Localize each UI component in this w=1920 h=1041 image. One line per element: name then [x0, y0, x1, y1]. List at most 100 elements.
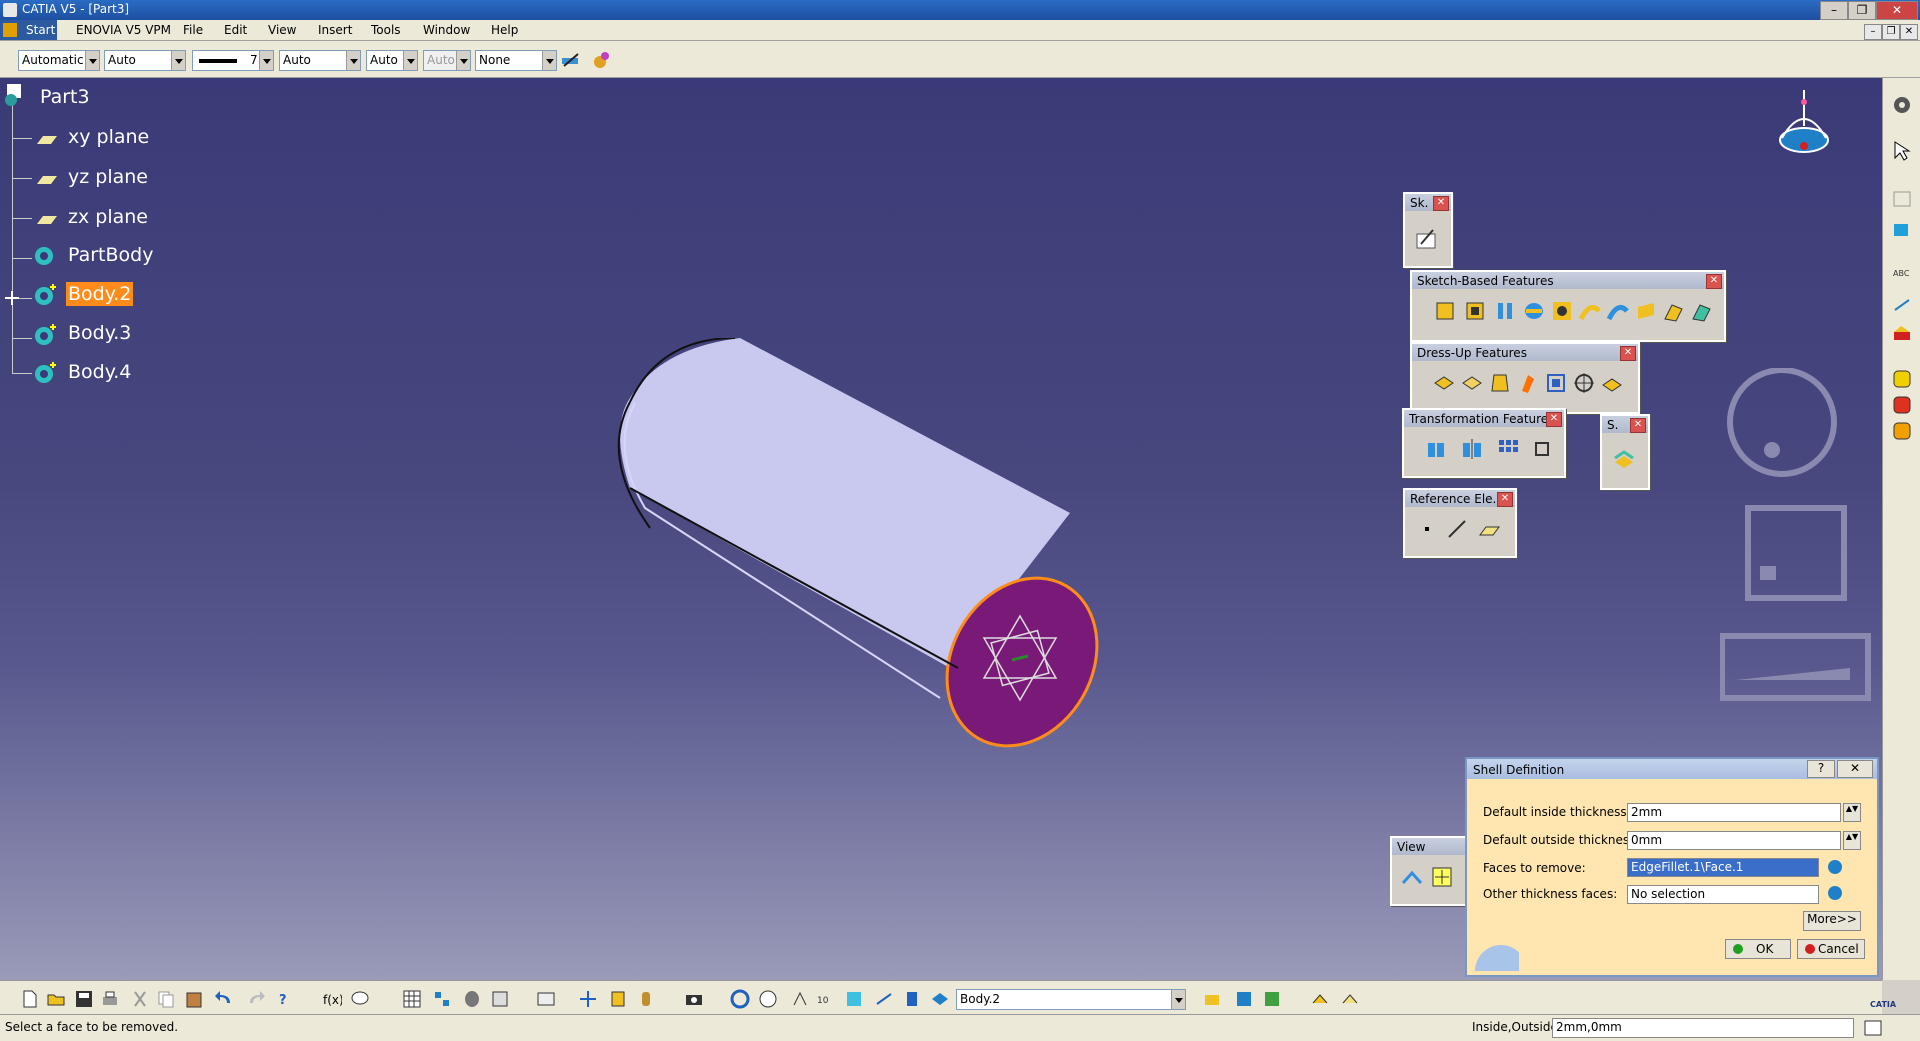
close-icon[interactable]: ✕: [1630, 418, 1646, 433]
graphic-properties-icon[interactable]: [590, 50, 612, 70]
mdi-close-button[interactable]: ✕: [1900, 24, 1918, 40]
stop-command-icon[interactable]: [1864, 1020, 1882, 1036]
chamfer-icon[interactable]: [1460, 371, 1484, 395]
layer-combo[interactable]: None: [475, 50, 557, 71]
capture-icon[interactable]: [684, 989, 704, 1009]
rectangular-pattern-icon[interactable]: [1496, 437, 1520, 461]
menu-view[interactable]: View: [268, 23, 296, 37]
tree-item-xy-plane[interactable]: xy plane: [68, 126, 149, 148]
tree-item-zx-plane[interactable]: zx plane: [68, 206, 148, 228]
edge-fillet-icon[interactable]: [1432, 371, 1456, 395]
menu-insert[interactable]: Insert: [318, 23, 352, 37]
expand-plus-icon[interactable]: [4, 290, 20, 306]
minimize-button[interactable]: –: [1820, 1, 1848, 20]
close-icon[interactable]: ✕: [1620, 346, 1636, 361]
constraint-icon[interactable]: [1891, 294, 1913, 316]
tree-item-body-4[interactable]: Body.4: [68, 361, 131, 383]
undo-icon[interactable]: [214, 989, 234, 1009]
help-button[interactable]: ?: [1807, 760, 1835, 778]
print-icon[interactable]: [100, 989, 120, 1009]
start-menu[interactable]: Start: [0, 20, 57, 40]
draft-icon[interactable]: [1488, 371, 1512, 395]
swap-space-icon[interactable]: [490, 989, 510, 1009]
normal-view-icon[interactable]: [790, 989, 810, 1009]
render-style-icon[interactable]: [902, 989, 922, 1009]
other-thickness-faces-field[interactable]: No selection: [1627, 885, 1819, 904]
point-icon[interactable]: [1415, 517, 1439, 541]
examine-icon[interactable]: [758, 989, 778, 1009]
copy-icon[interactable]: [156, 989, 176, 1009]
mdi-minimize-button[interactable]: –: [1864, 24, 1882, 40]
translation-icon[interactable]: [1424, 437, 1448, 461]
fly-mode-icon[interactable]: [1400, 865, 1424, 889]
transparency-combo[interactable]: Auto: [104, 50, 186, 71]
comment-icon[interactable]: [350, 989, 370, 1009]
menu-tools[interactable]: Tools: [371, 23, 401, 37]
point-type-combo[interactable]: Auto: [366, 50, 418, 71]
work-object-icon[interactable]: [930, 989, 950, 1009]
new-icon[interactable]: [20, 989, 40, 1009]
hide-show-icon[interactable]: [462, 989, 482, 1009]
macros-icon[interactable]: [1234, 989, 1254, 1009]
formula-icon[interactable]: f(x): [322, 989, 342, 1009]
line-icon[interactable]: [1445, 517, 1469, 541]
rotate-icon[interactable]: [608, 989, 628, 1009]
pad-icon[interactable]: [1434, 299, 1458, 323]
tree-item-body-3[interactable]: Body.3: [68, 322, 131, 344]
menu-window[interactable]: Window: [423, 23, 470, 37]
zoom-in-icon[interactable]: [636, 989, 656, 1009]
slot-icon[interactable]: [1606, 299, 1630, 323]
scaling-icon[interactable]: [1530, 437, 1554, 461]
knowledge-icon[interactable]: [1262, 989, 1282, 1009]
redo-icon[interactable]: [246, 989, 266, 1009]
table-icon[interactable]: [402, 989, 422, 1009]
compass-icon[interactable]: [1776, 88, 1836, 168]
shell-icon[interactable]: [1516, 371, 1540, 395]
remove-face-icon[interactable]: [1600, 371, 1624, 395]
removed-multi-section-icon[interactable]: [1690, 299, 1714, 323]
tree-item-partbody[interactable]: PartBody: [68, 244, 153, 266]
view-mode-icon[interactable]: [874, 989, 894, 1009]
close-icon[interactable]: ✕: [1433, 196, 1449, 211]
shaft-icon[interactable]: [1494, 299, 1518, 323]
sketch-icon[interactable]: [1415, 226, 1439, 250]
gear-icon[interactable]: [1891, 94, 1913, 116]
line-weight-combo[interactable]: 7: [192, 50, 274, 71]
outside-thickness-field[interactable]: 0mm: [1627, 831, 1841, 850]
groove-icon[interactable]: [1522, 299, 1546, 323]
plane-icon[interactable]: [1477, 517, 1501, 541]
cancel-button[interactable]: Cancel: [1797, 939, 1865, 959]
dialog-close-button[interactable]: ✕: [1837, 760, 1873, 778]
close-icon[interactable]: ✕: [1497, 492, 1513, 507]
power-input-field[interactable]: 2mm,0mm: [1552, 1018, 1854, 1038]
whats-this-icon[interactable]: ?: [276, 989, 296, 1009]
union-trim-icon[interactable]: [1891, 420, 1913, 442]
analysis-icon[interactable]: [1891, 322, 1913, 344]
more-button[interactable]: More>>: [1803, 911, 1861, 931]
edit-list-icon[interactable]: [1825, 857, 1845, 877]
outside-spinner[interactable]: ▲▼: [1843, 831, 1861, 850]
inside-thickness-field[interactable]: 2mm: [1627, 803, 1841, 822]
save-icon[interactable]: [74, 989, 94, 1009]
multi-section-solid-icon[interactable]: [1662, 299, 1686, 323]
annotation-icon[interactable]: ABC: [1891, 264, 1913, 286]
paste-icon[interactable]: [184, 989, 204, 1009]
tree-item-yz-plane[interactable]: yz plane: [68, 166, 148, 188]
tree-root-part3[interactable]: Part3: [40, 86, 90, 108]
sketch-analysis-icon[interactable]: [1310, 989, 1330, 1009]
stiffener-icon[interactable]: [1634, 299, 1658, 323]
close-icon[interactable]: ✕: [1706, 274, 1722, 289]
menu-enovia[interactable]: ENOVIA V5 VPM: [76, 23, 171, 37]
cylinder-model[interactable]: [600, 338, 1120, 818]
rib-icon[interactable]: [1578, 299, 1602, 323]
pocket-icon[interactable]: [1464, 299, 1488, 323]
pan-icon[interactable]: [578, 989, 598, 1009]
faces-to-remove-field[interactable]: EdgeFillet.1\Face.1: [1627, 858, 1819, 877]
edit-list-icon[interactable]: [1825, 883, 1845, 903]
pad-toolbar-icon[interactable]: [1202, 989, 1222, 1009]
thick-surface-icon[interactable]: [1612, 448, 1636, 472]
multi-view-icon[interactable]: [844, 989, 864, 1009]
restore-button[interactable]: ❐: [1848, 1, 1876, 20]
inside-spinner[interactable]: ▲▼: [1843, 803, 1861, 822]
insert-body-icon[interactable]: [1891, 368, 1913, 390]
